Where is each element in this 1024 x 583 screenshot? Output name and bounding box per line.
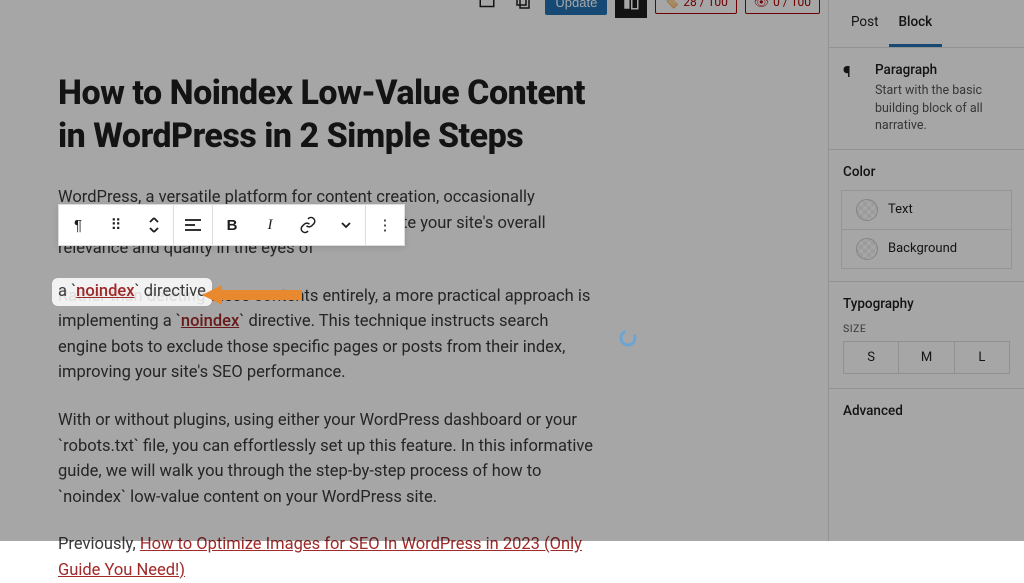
seo-score-2[interactable]: 👁 0 / 100 [745,0,820,14]
size-buttons: S M L [843,341,1010,374]
size-m[interactable]: M [899,342,954,373]
link-button[interactable] [289,205,327,245]
paragraph-4[interactable]: Previously, How to Optimize Images for S… [58,532,598,583]
size-s[interactable]: S [844,342,899,373]
view-icon[interactable] [473,0,501,16]
text-color-row[interactable]: Text [841,190,1012,230]
loading-spinner-icon [618,328,638,348]
italic-button[interactable]: I [251,205,289,245]
move-updown-icon[interactable] [135,205,173,245]
wordpress-editor: Update 🏷️ 28 / 100 👁 0 / 100 How to Noin… [0,0,1024,541]
preview-icon[interactable] [509,0,537,16]
post-title[interactable]: How to Noindex Low-Value Content in Word… [58,72,598,157]
noindex-highlight-link[interactable]: noindex [76,282,134,301]
highlight-text: a `noindex` directive. [58,282,210,301]
typography-title: Typography [843,296,1010,312]
align-button[interactable] [174,205,212,245]
settings-button[interactable] [615,0,647,18]
background-color-swatch [856,238,878,260]
bold-button[interactable]: B [213,205,251,245]
size-l[interactable]: L [955,342,1009,373]
options-button[interactable]: ⋮ [366,205,404,245]
background-color-row[interactable]: Background [841,230,1012,269]
advanced-section[interactable]: Advanced [829,388,1024,433]
drag-handle-icon[interactable]: ⠿ [97,205,135,245]
annotation-arrow-icon [202,283,302,307]
sidebar-tabs: Post Block [829,0,1024,48]
seo-score-1[interactable]: 🏷️ 28 / 100 [655,0,737,14]
tab-post[interactable]: Post [841,0,889,47]
color-section: Color Text Background [829,150,1024,269]
more-formatting-icon[interactable] [327,205,365,245]
block-toolbar: ¶ ⠿ B I ⋮ [58,204,405,246]
top-toolbar: Update 🏷️ 28 / 100 👁 0 / 100 [473,0,828,16]
block-type-name: Paragraph [875,62,1010,78]
text-color-swatch [856,199,878,221]
update-button[interactable]: Update [545,0,607,15]
size-label: SIZE [843,322,1010,335]
typography-section: Typography SIZE S M L [829,281,1024,374]
editor-main: Update 🏷️ 28 / 100 👁 0 / 100 How to Noin… [0,0,828,541]
block-info-panel: ¶ Paragraph Start with the basic buildin… [829,48,1024,150]
noindex-link[interactable]: noindex [181,312,239,331]
color-section-title: Color [829,150,1024,190]
tab-block[interactable]: Block [889,0,943,47]
settings-sidebar: Post Block ¶ Paragraph Start with the ba… [828,0,1024,541]
block-type-button[interactable]: ¶ [59,205,97,245]
paragraph-icon: ¶ [843,62,863,135]
block-type-desc: Start with the basic building block of a… [875,82,1010,135]
paragraph-3[interactable]: With or without plugins, using either yo… [58,408,598,510]
